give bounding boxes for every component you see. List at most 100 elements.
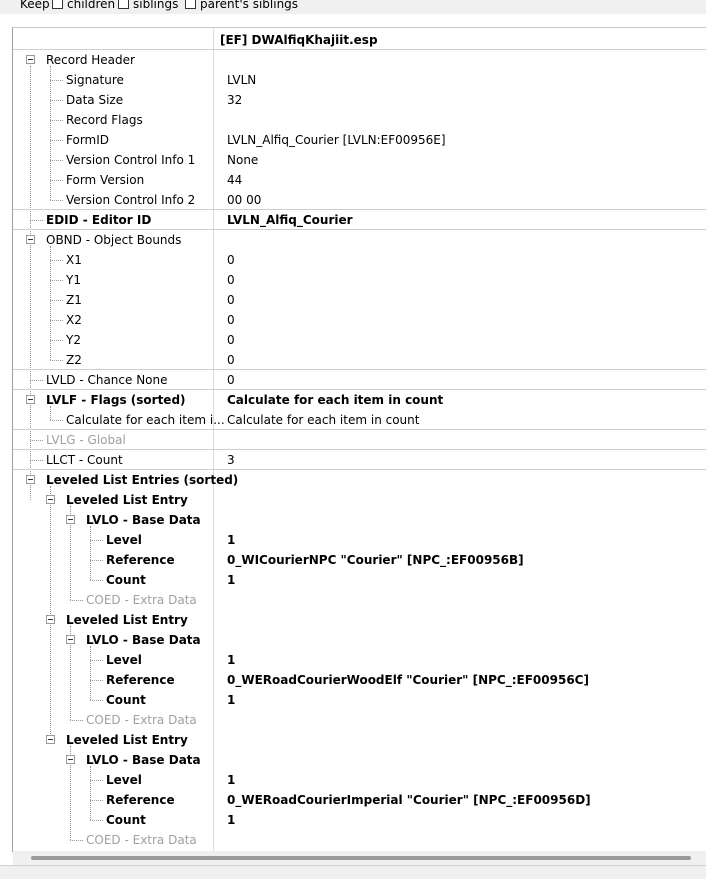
tree-branch xyxy=(50,180,63,181)
tree-row[interactable]: Count 1 xyxy=(13,570,706,590)
field-value: 0 xyxy=(227,273,235,287)
tree-row[interactable]: Leveled List Entry xyxy=(13,730,706,750)
collapse-icon[interactable] xyxy=(46,735,55,744)
field-label: Y1 xyxy=(66,273,81,287)
tree-row[interactable]: Leveled List Entry xyxy=(13,610,706,630)
tree-branch xyxy=(90,540,103,541)
siblings-checkbox[interactable] xyxy=(118,0,129,9)
tree-row[interactable]: LVLD - Chance None 0 xyxy=(13,370,706,390)
tree-branch xyxy=(90,800,103,801)
field-label: Count xyxy=(106,813,146,827)
tree-row[interactable]: X2 0 xyxy=(13,310,706,330)
tree-row[interactable]: COED - Extra Data xyxy=(13,710,706,730)
field-value: Calculate for each item in count xyxy=(227,413,420,427)
field-label: Z2 xyxy=(66,353,82,367)
horizontal-scrollbar[interactable] xyxy=(13,851,706,865)
tree-row[interactable]: Version Control Info 2 00 00 xyxy=(13,190,706,210)
collapse-icon[interactable] xyxy=(26,475,35,484)
tree-row[interactable]: LVLO - Base Data xyxy=(13,510,706,530)
tree-row[interactable]: Calculate for each item i... Calculate fo… xyxy=(13,410,706,430)
tree-branch xyxy=(90,660,103,661)
field-label: LVLF - Flags (sorted) xyxy=(46,393,186,407)
field-label: Leveled List Entries (sorted) xyxy=(46,473,239,487)
file-header: [EF] DWAlfiqKhajiit.esp xyxy=(220,33,378,47)
field-label: FormID xyxy=(66,133,110,147)
parent-siblings-checkbox[interactable] xyxy=(185,0,196,9)
field-value: LVLN_Alfiq_Courier [LVLN:EF00956E] xyxy=(227,133,446,147)
tree-row[interactable]: Reference 0_WERoadCourierImperial "Courie… xyxy=(13,790,706,810)
siblings-checkbox-label: siblings xyxy=(133,0,179,11)
tree-row[interactable]: LVLO - Base Data xyxy=(13,630,706,650)
tree-branch xyxy=(50,280,63,281)
tree-row[interactable]: LVLF - Flags (sorted) Calculate for each … xyxy=(13,390,706,410)
tree-branch xyxy=(90,780,103,781)
tree-row[interactable]: Level 1 xyxy=(13,650,706,670)
tree-row[interactable]: Data Size 32 xyxy=(13,90,706,110)
field-label: LVLO - Base Data xyxy=(86,513,201,527)
tree-row[interactable]: Leveled List Entries (sorted) xyxy=(13,470,706,490)
field-label: X1 xyxy=(66,253,82,267)
field-value: 3 xyxy=(227,453,235,467)
tree-row[interactable]: Level 1 xyxy=(13,770,706,790)
tree-branch xyxy=(50,340,63,341)
tree-row[interactable]: FormID LVLN_Alfiq_Courier [LVLN:EF00956E] xyxy=(13,130,706,150)
field-value: 1 xyxy=(227,653,236,667)
collapse-icon[interactable] xyxy=(46,495,55,504)
field-label: Version Control Info 1 xyxy=(66,153,196,167)
collapse-icon[interactable] xyxy=(26,235,35,244)
tree-row[interactable]: Level 1 xyxy=(13,530,706,550)
field-label: Count xyxy=(106,693,146,707)
tree-row[interactable]: Count 1 xyxy=(13,810,706,830)
field-label: EDID - Editor ID xyxy=(46,213,152,227)
collapse-icon[interactable] xyxy=(66,755,75,764)
field-label: LVLO - Base Data xyxy=(86,633,201,647)
field-label: Count xyxy=(106,573,146,587)
tree-branch xyxy=(50,300,63,301)
field-label: Version Control Info 2 xyxy=(66,193,196,207)
tree-row[interactable]: Y2 0 xyxy=(13,330,706,350)
tree-row[interactable]: COED - Extra Data xyxy=(13,590,706,610)
tree-row[interactable]: Leveled List Entry xyxy=(13,490,706,510)
field-value: 0_WERoadCourierImperial "Courier" [NPC_:… xyxy=(227,793,591,807)
tree-row[interactable]: Z2 0 xyxy=(13,350,706,370)
field-label: LLCT - Count xyxy=(46,453,123,467)
tree-branch xyxy=(50,120,63,121)
tree-row[interactable]: Record Flags xyxy=(13,110,706,130)
tree-row[interactable]: Record Header xyxy=(13,50,706,70)
field-value: 1 xyxy=(227,773,236,787)
field-value: None xyxy=(227,153,259,167)
collapse-icon[interactable] xyxy=(46,615,55,624)
collapse-icon[interactable] xyxy=(26,395,35,404)
scrollbar-thumb[interactable] xyxy=(31,856,691,860)
tree-branch xyxy=(90,820,103,821)
tree-row[interactable]: Signature LVLN xyxy=(13,70,706,90)
field-label: Level xyxy=(106,533,142,547)
tree-row[interactable]: Z1 0 xyxy=(13,290,706,310)
keep-options-bar: Keep children siblings parent's siblings xyxy=(0,0,706,14)
tree-row[interactable]: Reference 0_WERoadCourierWoodElf "Courier… xyxy=(13,670,706,690)
field-label: Record Header xyxy=(46,53,135,67)
collapse-icon[interactable] xyxy=(26,55,35,64)
field-label: Signature xyxy=(66,73,124,87)
collapse-icon[interactable] xyxy=(66,515,75,524)
tree-row[interactable]: Reference 0_WICourierNPC "Courier" [NPC_:… xyxy=(13,550,706,570)
tree-branch xyxy=(30,460,43,461)
tree-row[interactable]: Y1 0 xyxy=(13,270,706,290)
children-checkbox[interactable] xyxy=(52,0,63,9)
tree-row[interactable]: Form Version 44 xyxy=(13,170,706,190)
collapse-icon[interactable] xyxy=(66,635,75,644)
tree-row[interactable]: LLCT - Count 3 xyxy=(13,450,706,470)
tree-branch xyxy=(90,580,103,581)
field-label: COED - Extra Data xyxy=(86,713,197,727)
field-value: 1 xyxy=(227,573,236,587)
tree-row[interactable]: LVLO - Base Data xyxy=(13,750,706,770)
tree-row[interactable]: EDID - Editor ID LVLN_Alfiq_Courier xyxy=(13,210,706,230)
tree-row[interactable]: Count 1 xyxy=(13,690,706,710)
field-label: Reference xyxy=(106,673,175,687)
tree-row[interactable]: OBND - Object Bounds xyxy=(13,230,706,250)
tree-row[interactable]: LVLG - Global xyxy=(13,430,706,450)
field-label: Leveled List Entry xyxy=(66,493,188,507)
tree-row[interactable]: Version Control Info 1 None xyxy=(13,150,706,170)
tree-row[interactable]: X1 0 xyxy=(13,250,706,270)
tree-row[interactable]: COED - Extra Data xyxy=(13,830,706,850)
